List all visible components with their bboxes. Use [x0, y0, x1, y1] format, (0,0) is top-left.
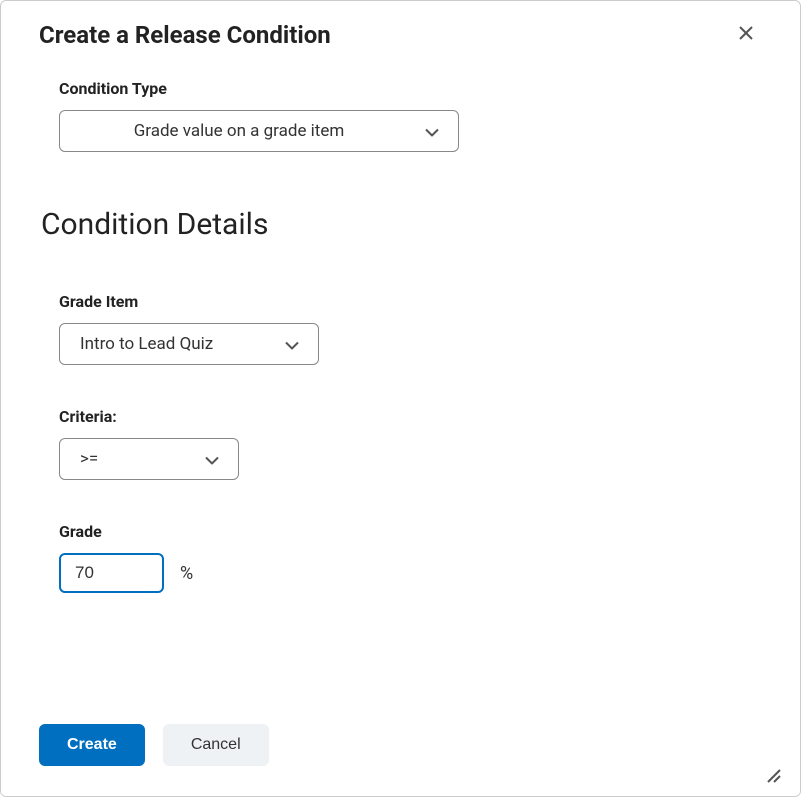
condition-type-select-wrapper: Grade value on a grade item [59, 110, 459, 152]
resize-handle[interactable] [764, 766, 782, 784]
criteria-select[interactable]: >= [59, 438, 239, 480]
grade-group: Grade % [59, 522, 742, 593]
condition-type-value: Grade value on a grade item [134, 121, 345, 141]
condition-details-heading: Condition Details [41, 207, 742, 242]
close-icon [738, 25, 754, 41]
criteria-value: >= [80, 449, 98, 469]
grade-item-value: Intro to Lead Quiz [80, 334, 213, 354]
grade-input-row: % [59, 553, 742, 593]
grade-item-label: Grade Item [59, 292, 742, 311]
dialog-title: Create a Release Condition [39, 21, 331, 49]
close-button[interactable] [730, 21, 762, 49]
condition-type-select[interactable]: Grade value on a grade item [59, 110, 459, 152]
criteria-group: Criteria: >= [59, 407, 742, 480]
condition-type-group: Condition Type Grade value on a grade it… [59, 79, 742, 152]
grade-item-group: Grade Item Intro to Lead Quiz [59, 292, 742, 365]
grade-input[interactable] [59, 553, 164, 593]
criteria-select-wrapper: >= [59, 438, 239, 480]
dialog-footer: Create Cancel [1, 704, 800, 796]
criteria-label: Criteria: [59, 407, 742, 426]
create-button[interactable]: Create [39, 724, 145, 766]
grade-item-select[interactable]: Intro to Lead Quiz [59, 323, 319, 365]
condition-type-label: Condition Type [59, 79, 742, 98]
dialog-header: Create a Release Condition [1, 1, 800, 59]
dialog-body: Condition Type Grade value on a grade it… [1, 59, 800, 677]
grade-label: Grade [59, 522, 742, 541]
grade-item-select-wrapper: Intro to Lead Quiz [59, 323, 319, 365]
grade-unit: % [180, 563, 193, 584]
cancel-button[interactable]: Cancel [163, 724, 269, 766]
release-condition-dialog: Create a Release Condition Condition Typ… [0, 0, 801, 797]
